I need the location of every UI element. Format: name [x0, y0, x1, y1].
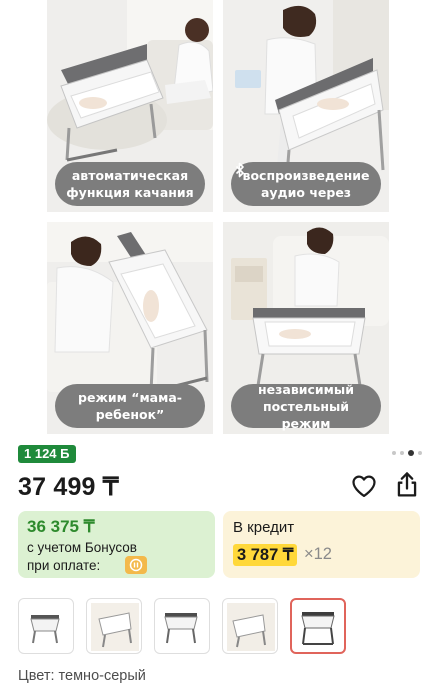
caption-line: режим “мама-: [78, 390, 182, 405]
bonus-coin-icon: [125, 556, 147, 574]
bassinet-thumbnail-image: [91, 603, 139, 651]
caption-line: независимый: [258, 381, 354, 397]
caption-line: постельный режим: [262, 398, 350, 431]
bluetooth-icon: [235, 162, 244, 178]
gallery-image-cosleeping[interactable]: режим “мама-ребенок”: [47, 222, 213, 434]
caption-line: автоматическая: [71, 168, 189, 183]
credit-months: ×12: [304, 545, 332, 563]
caption-line: ребенок”: [95, 407, 165, 422]
bassinet-thumbnail-image: [164, 613, 198, 644]
caption-bluetooth-audio: воспроизведение аудио через: [231, 162, 381, 206]
thumbnail-4[interactable]: [222, 598, 278, 654]
heart-icon: [352, 475, 376, 498]
favorite-button[interactable]: [350, 472, 378, 500]
carousel-dot: [418, 451, 422, 455]
caption-line: воспроизведение: [242, 168, 370, 183]
caption-line: функция качания: [66, 185, 194, 200]
carousel-dot: [400, 451, 404, 455]
caption-auto-rocking: автоматическая функция качания: [55, 162, 205, 206]
caption-cosleeping: режим “мама-ребенок”: [55, 384, 205, 428]
bassinet-thumbnail-image: [30, 615, 60, 644]
bassinet-thumbnail-image: [227, 603, 275, 651]
carousel-dot-active: [408, 450, 414, 456]
thumbnail-1[interactable]: [18, 598, 74, 654]
credit-card-option[interactable]: В кредит 3 787 ₸ ×12: [223, 511, 420, 578]
credit-monthly-payment: 3 787 ₸: [233, 544, 298, 566]
thumbnail-2[interactable]: [86, 598, 142, 654]
gallery-image-standalone[interactable]: независимый постельный режим: [223, 222, 389, 434]
gallery-image-auto-rocking[interactable]: автоматическая функция качания: [47, 0, 213, 212]
thumbnail-5-selected[interactable]: [290, 598, 346, 654]
color-variant-label: Цвет: темно-серый: [18, 668, 146, 684]
caption-standalone: независимый постельный режим: [231, 381, 381, 431]
caption-line: аудио через: [260, 185, 352, 200]
bonus-price-card: 36 375 ₸ с учетом Бонусов при оплате:: [18, 511, 215, 578]
share-icon: [397, 472, 417, 497]
product-price: 37 499 ₸: [18, 473, 119, 501]
bonus-note-line1: с учетом Бонусов: [27, 540, 137, 555]
gallery-image-bluetooth-audio[interactable]: воспроизведение аудио через: [223, 0, 389, 212]
bonus-points-badge: 1 124 Б: [18, 445, 76, 463]
share-button[interactable]: [393, 470, 421, 500]
bonus-price-value: 36 375 ₸: [27, 517, 95, 536]
bonus-note-line2: при оплате:: [27, 558, 101, 573]
product-image-gallery[interactable]: автоматическая функция качания воспроизве…: [0, 0, 438, 440]
carousel-dot: [392, 451, 396, 455]
bassinet-thumbnail-image: [301, 612, 335, 645]
credit-label: В кредит: [233, 519, 295, 536]
carousel-indicator: [392, 450, 422, 456]
thumbnail-3[interactable]: [154, 598, 210, 654]
